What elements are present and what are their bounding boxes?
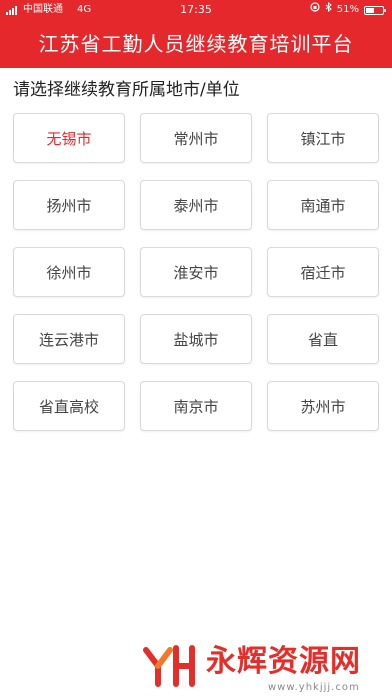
city-button[interactable]: 省直 [267, 314, 379, 364]
city-button[interactable]: 无锡市 [13, 113, 125, 163]
city-button[interactable]: 宿迁市 [267, 247, 379, 297]
city-button[interactable]: 南京市 [140, 381, 252, 431]
watermark-text: 永辉资源网 [206, 644, 361, 679]
battery-icon [364, 5, 386, 15]
city-button[interactable]: 苏州市 [267, 381, 379, 431]
city-button[interactable]: 常州市 [140, 113, 252, 163]
city-button[interactable]: 连云港市 [13, 314, 125, 364]
page-title: 江苏省工勤人员继续教育培训平台 [38, 32, 354, 56]
city-button[interactable]: 南通市 [267, 180, 379, 230]
app-header: 中国联通 4G 17:35 51% 江苏省工勤人员继续教育培训平台 [0, 0, 392, 68]
city-button[interactable]: 泰州市 [140, 180, 252, 230]
city-button[interactable]: 镇江市 [267, 113, 379, 163]
watermark-url: www.yhkjjj.com [268, 682, 360, 693]
status-right: 51% [310, 0, 386, 20]
city-button[interactable]: 省直高校 [13, 381, 125, 431]
lock-rotation-icon [310, 0, 320, 20]
bluetooth-icon [325, 0, 332, 20]
status-bar: 中国联通 4G 17:35 51% [0, 0, 392, 20]
battery-percent: 51% [336, 4, 359, 15]
selection-prompt: 请选择继续教育所属地市/单位 [13, 80, 240, 100]
city-button[interactable]: 扬州市 [13, 180, 125, 230]
city-button[interactable]: 徐州市 [13, 247, 125, 297]
city-button[interactable]: 淮安市 [140, 247, 252, 297]
city-grid: 无锡市 常州市 镇江市扬州市 泰州市 南通市徐州市 淮安市 宿迁市连云港市 盐城市 省直省直高校… [13, 113, 379, 431]
watermark: 永辉资源网 www.yhkjjj.com [140, 642, 390, 700]
watermark-logo [143, 645, 195, 687]
city-button[interactable]: 盐城市 [140, 314, 252, 364]
